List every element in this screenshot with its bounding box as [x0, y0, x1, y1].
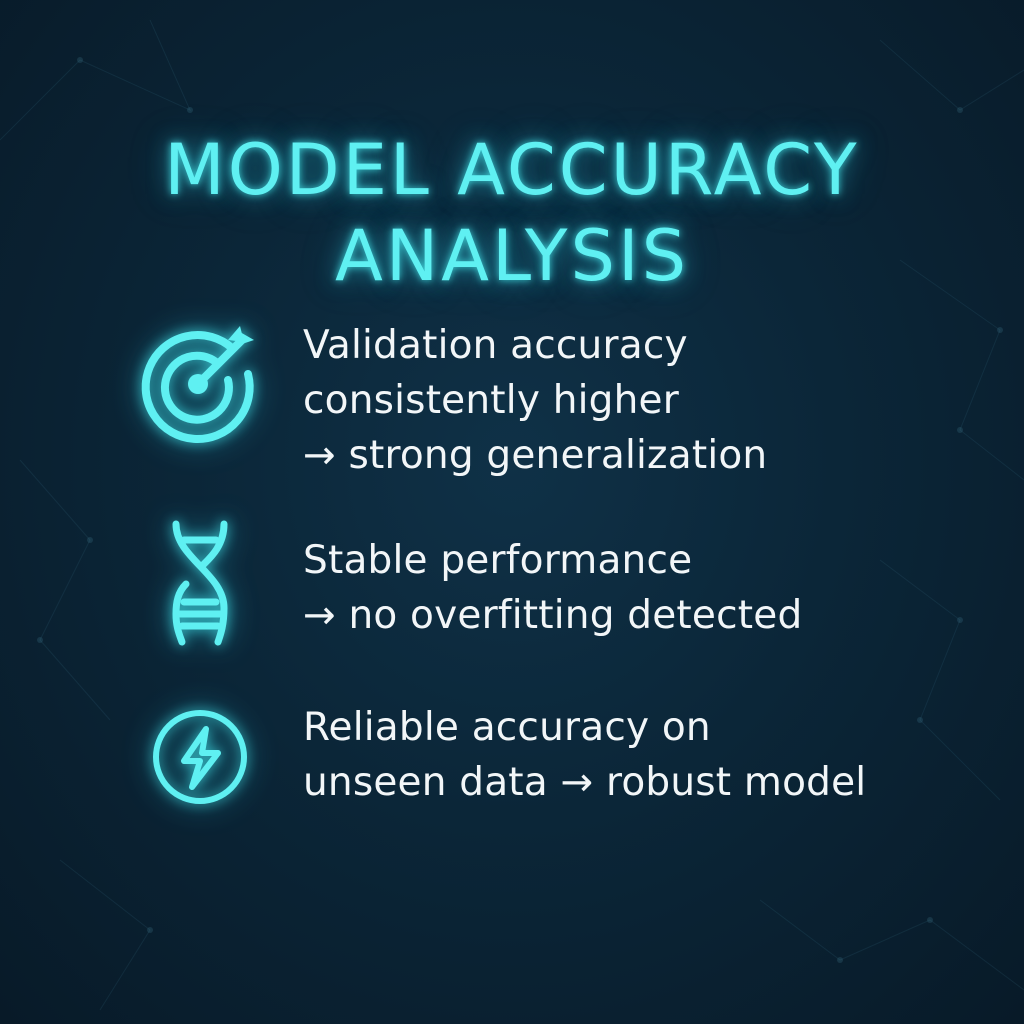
- target-arrow-icon: [140, 318, 260, 444]
- dna-icon: [140, 520, 260, 646]
- insight-line: → strong generalization: [303, 433, 768, 478]
- insight-line: Reliable accuracy on: [303, 705, 711, 750]
- insight-line: unseen data → robust model: [303, 760, 867, 805]
- insight-text-stability: Stable performance → no overfitting dete…: [303, 533, 802, 643]
- insight-item-robustness: Reliable accuracy on unseen data → robus…: [140, 700, 1000, 817]
- title-line-1: MODEL ACCURACY: [164, 128, 860, 211]
- insight-text-robustness: Reliable accuracy on unseen data → robus…: [303, 700, 866, 810]
- insight-text-generalization: Validation accuracy consistently higher …: [303, 318, 767, 483]
- insight-line: Validation accuracy: [303, 323, 688, 368]
- insight-line: → no overfitting detected: [303, 593, 803, 638]
- insight-line: Stable performance: [303, 538, 693, 583]
- insight-item-stability: Stable performance → no overfitting dete…: [140, 520, 1000, 646]
- insight-item-generalization: Validation accuracy consistently higher …: [140, 318, 1000, 483]
- title-line-2: ANALYSIS: [334, 214, 690, 297]
- page-title: MODEL ACCURACY ANALYSIS: [0, 127, 1024, 299]
- lightning-bolt-icon: [140, 697, 260, 817]
- insight-line: consistently higher: [303, 378, 679, 423]
